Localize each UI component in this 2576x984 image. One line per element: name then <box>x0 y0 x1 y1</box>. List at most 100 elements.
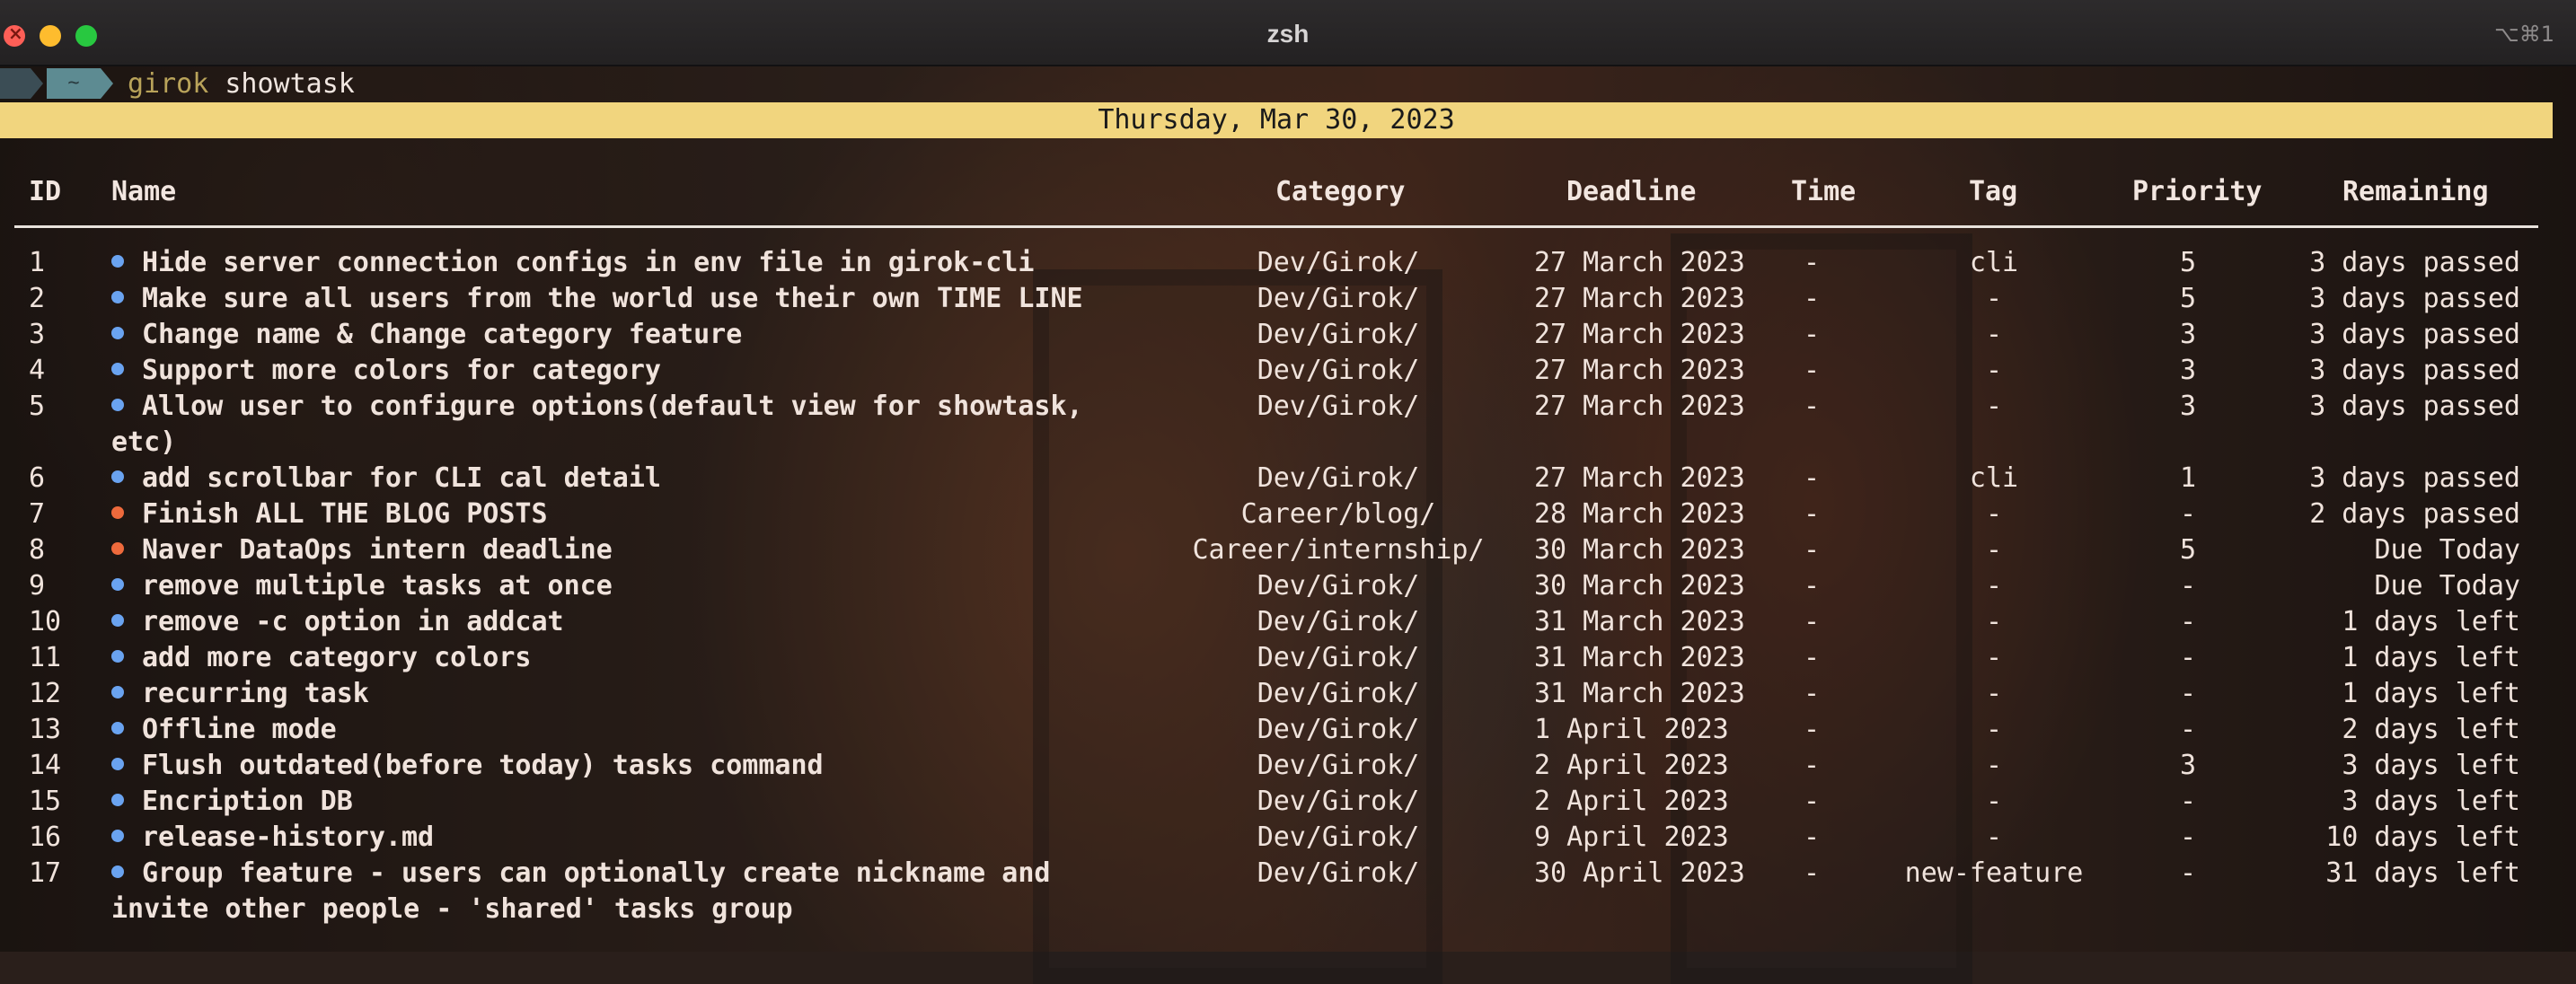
task-remaining: 31 days left <box>2325 857 2520 889</box>
task-time: - <box>1804 283 1821 314</box>
task-deadline: 27 March 2023 <box>1534 355 1745 386</box>
task-name: Allow user to configure options(default … <box>111 389 1108 461</box>
task-tag: - <box>1985 498 2003 530</box>
task-priority: 5 <box>2179 534 2197 566</box>
table-row: 6 add scrollbar for CLI cal detail Dev/Gir… <box>0 461 2576 496</box>
table-row: 15 Encription DB Dev/Girok/2 April 2023 - - -… <box>0 784 2576 820</box>
task-time: - <box>1804 247 1821 278</box>
task-time: - <box>1804 786 1821 817</box>
task-time: - <box>1804 642 1821 673</box>
task-name-text: Encription DB <box>142 786 353 817</box>
header-id: ID <box>29 176 62 207</box>
header-time: Time <box>1791 176 1857 207</box>
task-tag: - <box>1985 642 2003 673</box>
task-tag: cli <box>1969 247 2019 278</box>
task-priority: - <box>2179 678 2197 709</box>
task-deadline: 30 March 2023 <box>1534 570 1745 602</box>
task-deadline: 2 April 2023 <box>1534 750 1729 781</box>
command-line[interactable]: girok showtask <box>128 68 355 101</box>
task-remaining: 3 days left <box>2342 786 2520 817</box>
task-name: Flush outdated(before today) tasks comma… <box>111 748 1108 784</box>
task-name: Finish ALL THE BLOG POSTS <box>111 496 1108 532</box>
task-name-text: Make sure all users from the world use t… <box>142 283 1083 314</box>
task-id: 10 <box>29 606 62 637</box>
task-name-text: Group feature - users can optionally cre… <box>111 857 1051 925</box>
task-time: - <box>1804 498 1821 530</box>
prompt-segment-dir: ~ <box>47 68 101 99</box>
task-deadline: 27 March 2023 <box>1534 247 1745 278</box>
table-row: 16 release-history.md Dev/Girok/9 April 20… <box>0 820 2576 856</box>
table-row: 11 add more category colors Dev/Girok/31 M… <box>0 640 2576 676</box>
task-name-text: Change name & Change category feature <box>142 319 743 350</box>
task-id: 12 <box>29 678 62 709</box>
table-row: 12 recurring task Dev/Girok/31 March 2023 -… <box>0 676 2576 712</box>
table-row: 17 Group feature - users can optionally c… <box>0 856 2576 927</box>
task-id: 3 <box>29 319 46 350</box>
task-name-text: Flush outdated(before today) tasks comma… <box>142 750 824 781</box>
task-priority: - <box>2179 642 2197 673</box>
task-category: Dev/Girok/ <box>1257 714 1420 745</box>
task-time: - <box>1804 714 1821 745</box>
window-title: zsh <box>1266 20 1310 48</box>
task-tag: - <box>1985 750 2003 781</box>
prompt-arrow-icon <box>31 68 43 99</box>
category-color-dot-icon <box>111 470 124 483</box>
task-name-text: Finish ALL THE BLOG POSTS <box>142 498 548 530</box>
task-tag: - <box>1985 821 2003 853</box>
task-name-text: Offline mode <box>142 714 337 745</box>
task-name-text: remove multiple tasks at once <box>142 570 613 602</box>
task-category: Dev/Girok/ <box>1257 606 1420 637</box>
task-priority: 3 <box>2179 750 2197 781</box>
table-row: 13 Offline mode Dev/Girok/1 April 2023 - - - 2… <box>0 712 2576 748</box>
task-deadline: 30 March 2023 <box>1534 534 1745 566</box>
task-name-text: Support more colors for category <box>142 355 661 386</box>
shell-prompt: ~ girok showtask <box>0 65 2576 104</box>
task-priority: 3 <box>2179 319 2197 350</box>
command-name: girok <box>128 68 209 100</box>
task-name-text: Hide server connection configs in env fi… <box>142 247 1035 278</box>
task-time: - <box>1804 821 1821 853</box>
table-row: 8 Naver DataOps intern deadline Career/int… <box>0 532 2576 568</box>
command-argument: showtask <box>225 68 355 100</box>
task-tag: - <box>1985 534 2003 566</box>
header-priority: Priority <box>2132 176 2263 207</box>
task-name: remove -c option in addcat <box>111 604 1108 640</box>
category-color-dot-icon <box>111 614 124 627</box>
task-category: Dev/Girok/ <box>1257 319 1420 350</box>
task-name: add more category colors <box>111 640 1108 676</box>
header-remaining: Remaining <box>2342 176 2489 207</box>
task-id: 11 <box>29 642 62 673</box>
category-color-dot-icon <box>111 363 124 375</box>
task-tag: - <box>1985 678 2003 709</box>
task-name: Hide server connection configs in env fi… <box>111 245 1108 281</box>
task-category: Career/internship/ <box>1192 534 1485 566</box>
task-priority: - <box>2179 570 2197 602</box>
task-remaining: 3 days passed <box>2309 283 2520 314</box>
task-category: Dev/Girok/ <box>1257 391 1420 422</box>
task-name-text: Naver DataOps intern deadline <box>142 534 613 566</box>
task-remaining: 3 days passed <box>2309 391 2520 422</box>
task-tag: - <box>1985 391 2003 422</box>
task-id: 14 <box>29 750 62 781</box>
window-titlebar[interactable]: zsh ⌥⌘1 <box>0 0 2576 66</box>
task-name: add scrollbar for CLI cal detail <box>111 461 1108 496</box>
task-deadline: 31 March 2023 <box>1534 606 1745 637</box>
task-name: Offline mode <box>111 712 1108 748</box>
task-id: 6 <box>29 462 46 494</box>
task-time: - <box>1804 606 1821 637</box>
tab-shortcut-label: ⌥⌘1 <box>2494 22 2554 47</box>
task-name-text: add scrollbar for CLI cal detail <box>142 462 661 494</box>
task-remaining: 3 days passed <box>2309 247 2520 278</box>
header-deadline: Deadline <box>1566 176 1697 207</box>
task-time: - <box>1804 678 1821 709</box>
task-name: release-history.md <box>111 820 1108 856</box>
task-time: - <box>1804 534 1821 566</box>
table-row: 2 Make sure all users from the world use … <box>0 281 2576 317</box>
task-tag: - <box>1985 714 2003 745</box>
task-time: - <box>1804 355 1821 386</box>
task-category: Dev/Girok/ <box>1257 750 1420 781</box>
task-category: Dev/Girok/ <box>1257 462 1420 494</box>
task-deadline: 27 March 2023 <box>1534 462 1745 494</box>
table-row: 3 Change name & Change category feature De… <box>0 317 2576 353</box>
category-color-dot-icon <box>111 758 124 770</box>
